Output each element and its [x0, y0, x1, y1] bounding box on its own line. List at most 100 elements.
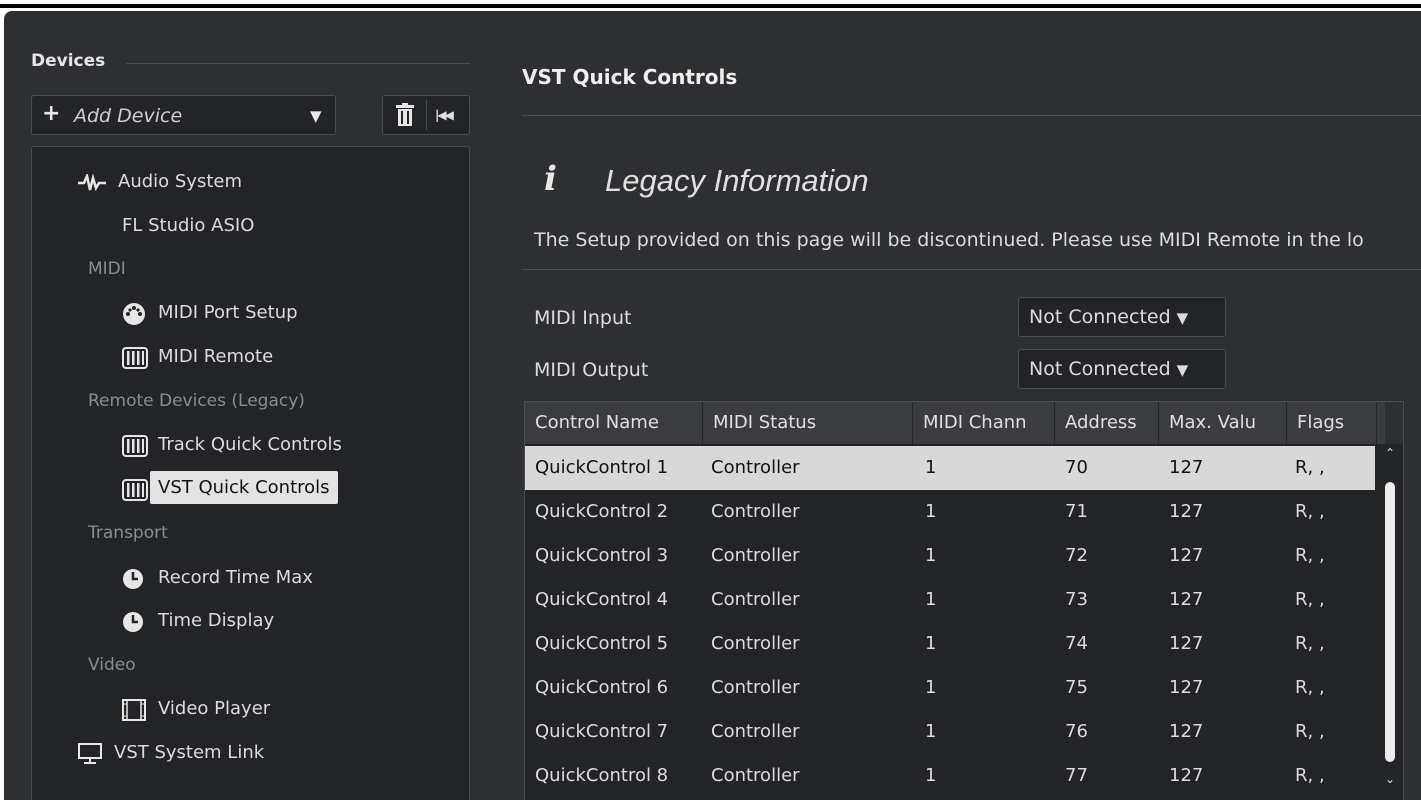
table-cell: QuickControl 7	[535, 721, 669, 742]
column-header-midi-status[interactable]: MIDI Status	[703, 402, 913, 444]
divider	[126, 63, 470, 64]
table-cell: 1	[925, 457, 937, 478]
table-row[interactable]: QuickControl 8 Controller 1 77 127 R, ,	[525, 754, 1375, 798]
table-row[interactable]: QuickControl 1 Controller 1 70 127 R, ,	[525, 446, 1375, 490]
info-icon: i	[544, 159, 557, 199]
legacy-information-text: The Setup provided on this page will be …	[534, 229, 1364, 251]
tree-item-label: VST System Link	[114, 742, 265, 763]
tree-item-track-quick-controls[interactable]: Track Quick Controls	[122, 434, 342, 457]
monitor-icon	[78, 743, 102, 764]
tree-item-midi-port-setup[interactable]: MIDI Port Setup	[122, 302, 298, 325]
chevron-down-icon: ▼	[1176, 309, 1189, 327]
tree-item-fl-studio-asio[interactable]: FL Studio ASIO	[122, 215, 254, 236]
table-cell: 1	[925, 721, 937, 742]
chevron-down-icon[interactable]: ⌄	[1384, 772, 1396, 786]
column-header-midi-channel[interactable]: MIDI Chann	[913, 402, 1055, 444]
add-device-dropdown[interactable]: + Add Device ▼	[31, 95, 336, 135]
keyboard-icon	[122, 347, 148, 369]
devices-heading: Devices	[31, 51, 106, 71]
table-cell: 1	[925, 589, 937, 610]
table-cell: 77	[1065, 765, 1088, 786]
table-cell: R, ,	[1295, 633, 1325, 654]
table-cell: QuickControl 5	[535, 633, 669, 654]
midi-input-value: Not Connected	[1029, 306, 1171, 328]
tree-item-label: Video Player	[158, 698, 271, 719]
midi-output-value: Not Connected	[1029, 358, 1171, 380]
midi-output-label: MIDI Output	[534, 359, 649, 381]
tree-item-label: FL Studio ASIO	[122, 215, 255, 236]
trash-icon[interactable]	[394, 103, 416, 131]
page-title: VST Quick Controls	[522, 65, 738, 89]
midi-output-select[interactable]: Not Connected ▼	[1018, 349, 1226, 389]
table-cell: Controller	[711, 545, 800, 566]
table-row[interactable]: QuickControl 5 Controller 1 74 127 R, ,	[525, 622, 1375, 666]
table-cell: R, ,	[1295, 457, 1325, 478]
column-header-flags[interactable]: Flags	[1287, 402, 1377, 444]
table-cell: 127	[1169, 501, 1204, 522]
tree-category-video: Video	[88, 655, 136, 675]
column-header-control-name[interactable]: Control Name	[525, 402, 703, 444]
table-cell: 127	[1169, 633, 1204, 654]
clock-icon	[123, 612, 143, 632]
divider	[522, 269, 1421, 270]
table-cell: 127	[1169, 545, 1204, 566]
legacy-information-heading: Legacy Information	[605, 163, 869, 198]
table-cell: R, ,	[1295, 545, 1325, 566]
table-cell: QuickControl 3	[535, 545, 669, 566]
table-cell: 1	[925, 765, 937, 786]
table-row[interactable]: QuickControl 3 Controller 1 72 127 R, ,	[525, 534, 1375, 578]
table-cell: QuickControl 4	[535, 589, 669, 610]
tree-item-video-player[interactable]: Video Player	[122, 698, 271, 721]
table-cell: Controller	[711, 633, 800, 654]
device-toolbar: |◀◀	[382, 95, 470, 135]
midi-input-label: MIDI Input	[534, 307, 632, 329]
table-cell: R, ,	[1295, 589, 1325, 610]
table-cell: Controller	[711, 677, 800, 698]
plus-icon: +	[42, 101, 61, 126]
table-cell: QuickControl 2	[535, 501, 669, 522]
tree-item-label: MIDI Remote	[158, 346, 274, 367]
table-cell: QuickControl 6	[535, 677, 669, 698]
table-row[interactable]: QuickControl 7 Controller 1 76 127 R, ,	[525, 710, 1375, 754]
tree-item-time-display[interactable]: Time Display	[122, 610, 275, 632]
tree-item-label: MIDI Port Setup	[158, 302, 298, 323]
chevron-down-icon: ▼	[1176, 361, 1189, 379]
tree-item-midi-remote[interactable]: MIDI Remote	[122, 346, 274, 369]
tree-item-audio-system[interactable]: Audio System	[78, 171, 242, 192]
column-header-max-value[interactable]: Max. Valu	[1159, 402, 1287, 444]
table-cell: 71	[1065, 501, 1088, 522]
table-row[interactable]: QuickControl 4 Controller 1 73 127 R, ,	[525, 578, 1375, 622]
table-cell: R, ,	[1295, 765, 1325, 786]
table-cell: R, ,	[1295, 501, 1325, 522]
table-cell: QuickControl 1	[535, 457, 669, 478]
table-cell: Controller	[711, 501, 800, 522]
tree-item-record-time-max[interactable]: Record Time Max	[122, 567, 313, 589]
device-tree: Audio System FL Studio ASIO MIDI MIDI Po…	[31, 146, 470, 800]
midi-input-select[interactable]: Not Connected ▼	[1018, 297, 1226, 337]
midi-port-icon	[123, 303, 145, 325]
tree-item-vst-system-link[interactable]: VST System Link	[78, 742, 265, 764]
reset-icon[interactable]: |◀◀	[435, 108, 454, 122]
column-header-address[interactable]: Address	[1055, 402, 1159, 444]
table-cell: 127	[1169, 457, 1204, 478]
table-cell: 1	[925, 677, 937, 698]
clock-icon	[123, 569, 143, 589]
table-row[interactable]: QuickControl 2 Controller 1 71 127 R, ,	[525, 490, 1375, 534]
tree-category-remote-devices: Remote Devices (Legacy)	[88, 391, 305, 411]
keyboard-icon	[122, 435, 148, 457]
add-device-label: Add Device	[74, 105, 183, 127]
table-cell: 72	[1065, 545, 1088, 566]
table-cell: 127	[1169, 677, 1204, 698]
vertical-scrollbar[interactable]: ⌃ ⌄	[1378, 446, 1402, 798]
chevron-up-icon[interactable]: ⌃	[1384, 446, 1396, 460]
tree-item-label: Audio System	[118, 171, 243, 192]
table-cell: 127	[1169, 765, 1204, 786]
film-icon	[122, 699, 146, 721]
table-cell: 1	[925, 501, 937, 522]
table-cell: 1	[925, 545, 937, 566]
divider	[426, 100, 427, 130]
tree-item-label: Time Display	[158, 610, 275, 631]
scrollbar-thumb[interactable]	[1385, 482, 1395, 762]
table-row[interactable]: QuickControl 6 Controller 1 75 127 R, ,	[525, 666, 1375, 710]
table-cell: 73	[1065, 589, 1088, 610]
